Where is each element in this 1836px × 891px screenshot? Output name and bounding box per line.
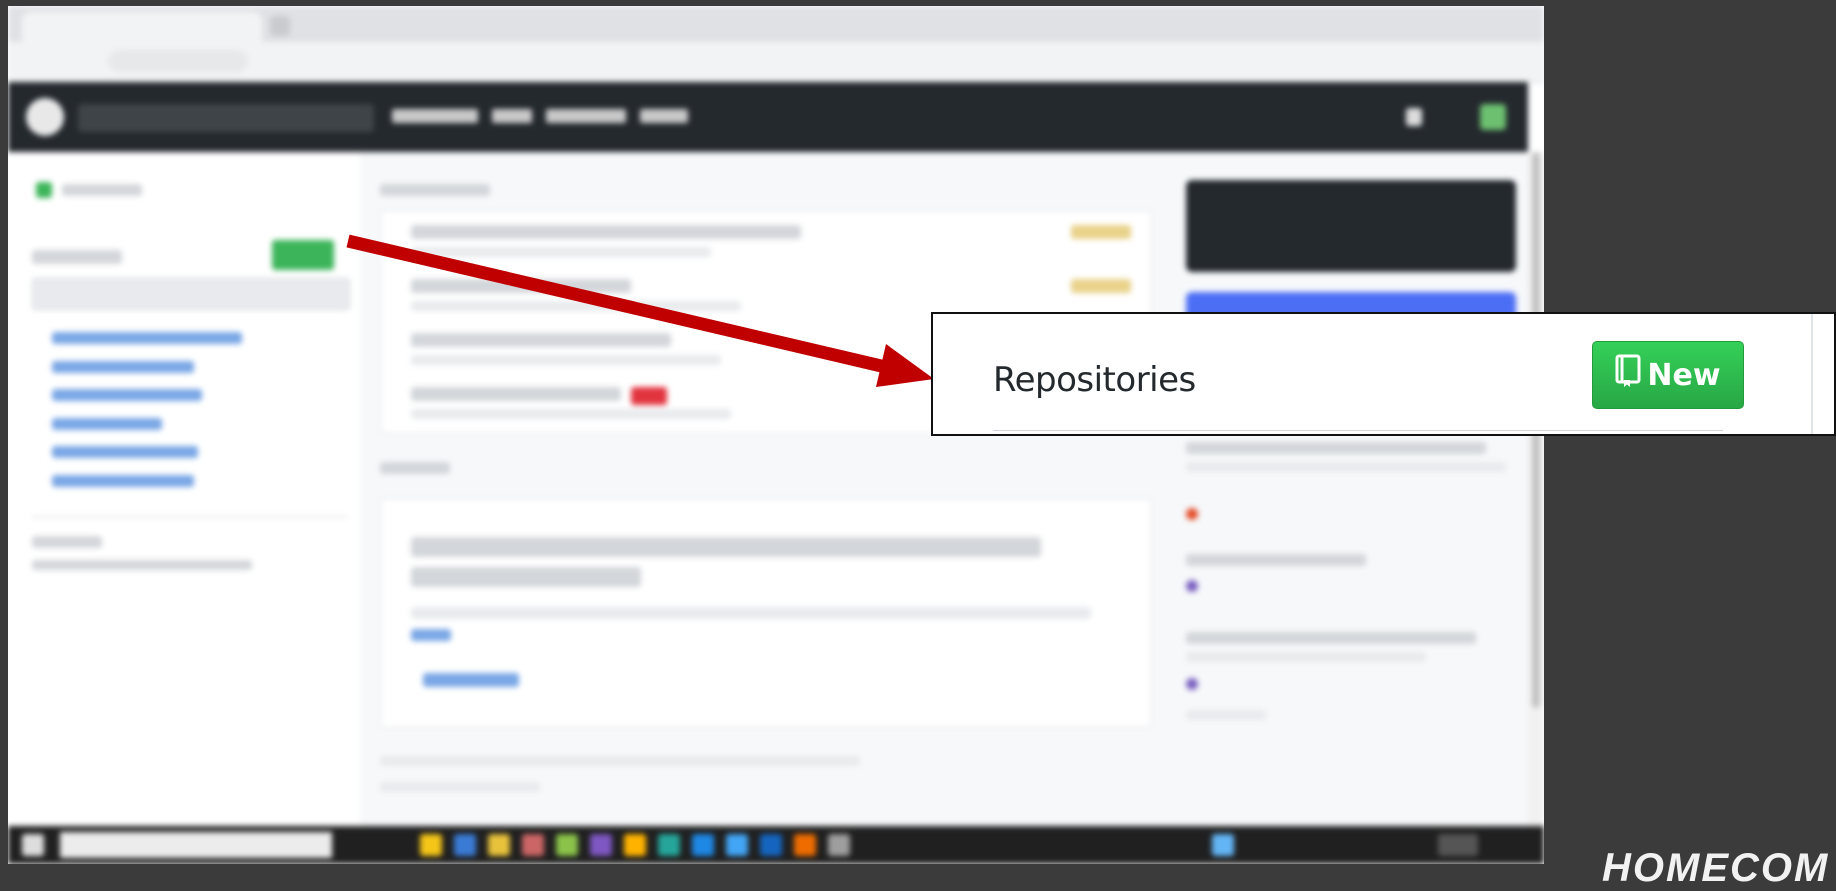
right-sidebar — [1176, 152, 1528, 832]
explore-repo-line[interactable] — [1186, 632, 1476, 644]
browser-tab-bar — [8, 6, 1544, 42]
taskbar-search[interactable] — [60, 832, 332, 858]
footer-text-line — [380, 782, 540, 792]
taskbar-app-icon[interactable] — [624, 834, 646, 856]
footer-text-line — [380, 756, 860, 766]
nav-item[interactable] — [640, 109, 688, 123]
taskbar-app-icon[interactable] — [454, 834, 476, 856]
activity-meta-line — [411, 409, 731, 419]
activity-feed — [360, 152, 1176, 832]
repo-book-icon — [1615, 354, 1641, 396]
nav-item[interactable] — [492, 109, 532, 123]
discover-heading-line — [411, 537, 1041, 557]
recent-activity-heading-line — [380, 184, 490, 196]
activity-label — [631, 387, 667, 405]
language-dot — [1186, 678, 1198, 690]
taskbar-app-icon[interactable] — [522, 834, 544, 856]
discover-link[interactable] — [411, 629, 451, 641]
taskbar-app-icon[interactable] — [726, 834, 748, 856]
activity-line[interactable] — [411, 225, 801, 239]
taskbar-app-icon[interactable] — [828, 834, 850, 856]
zoom-callout: Repositories New — [931, 312, 1836, 436]
activity-line[interactable] — [411, 387, 621, 401]
callout-border-line — [1811, 314, 1813, 434]
taskbar-app-icon[interactable] — [794, 834, 816, 856]
user-avatar — [36, 182, 52, 198]
discover-text-line — [411, 607, 1091, 619]
taskbar-app-icon[interactable] — [590, 834, 612, 856]
repo-link[interactable] — [52, 389, 202, 401]
language-dot — [1186, 508, 1198, 520]
divider — [32, 516, 348, 518]
taskbar-app-icon[interactable] — [556, 834, 578, 856]
explore-repo-line[interactable] — [1186, 442, 1486, 454]
left-sidebar — [8, 152, 361, 832]
activity-badge — [1071, 279, 1131, 293]
announcement-card — [1186, 180, 1516, 272]
nav-item[interactable] — [392, 109, 478, 123]
teams-heading-line — [32, 536, 102, 548]
notification-bell-icon[interactable] — [1406, 108, 1422, 126]
watermark-text: HOMECOM — [1602, 846, 1830, 890]
repo-link[interactable] — [52, 446, 198, 458]
sidebar-new-button[interactable] — [272, 240, 334, 270]
explore-link[interactable] — [423, 673, 519, 687]
activity-meta-line — [411, 247, 711, 257]
activity-badge — [1071, 225, 1131, 239]
explore-repo-line[interactable] — [1186, 554, 1366, 566]
repo-link[interactable] — [52, 332, 242, 344]
taskbar-app-icon[interactable] — [420, 834, 442, 856]
username-line — [62, 184, 142, 196]
browser-tab[interactable] — [22, 12, 262, 42]
taskbar-app-icon[interactable] — [760, 834, 782, 856]
discover-card — [380, 498, 1152, 728]
start-icon[interactable] — [22, 834, 44, 856]
callout-input-edge — [993, 430, 1723, 431]
activity-line[interactable] — [411, 279, 631, 293]
activity-line[interactable] — [411, 333, 671, 347]
address-field[interactable] — [108, 50, 248, 72]
tray-clock — [1438, 834, 1478, 856]
find-repository-input[interactable] — [32, 278, 350, 310]
language-dot — [1186, 580, 1198, 592]
explore-repo-desc-line — [1186, 462, 1506, 472]
repo-link[interactable] — [52, 361, 194, 373]
avatar[interactable] — [1480, 104, 1506, 130]
tray-icon[interactable] — [1212, 834, 1234, 856]
discover-heading-line — [411, 567, 641, 587]
github-logo-icon[interactable] — [26, 98, 64, 136]
explore-more-line[interactable] — [1186, 710, 1266, 720]
os-taskbar — [8, 826, 1544, 864]
activity-meta-line — [411, 301, 741, 311]
teams-text-line — [32, 560, 252, 570]
new-button-label: New — [1647, 357, 1721, 393]
explore-repo-desc-line — [1186, 652, 1426, 662]
site-header — [8, 82, 1528, 152]
repo-link[interactable] — [52, 475, 194, 487]
repositories-heading: Repositories — [993, 360, 1196, 400]
browser-address-bar — [8, 42, 1544, 83]
repo-link[interactable] — [52, 418, 162, 430]
activity-meta-line — [411, 355, 721, 365]
taskbar-app-icon[interactable] — [658, 834, 680, 856]
taskbar-app-icon[interactable] — [692, 834, 714, 856]
new-repository-button[interactable]: New — [1592, 341, 1744, 409]
all-activity-heading-line — [380, 462, 450, 474]
nav-item[interactable] — [546, 109, 626, 123]
taskbar-app-icon[interactable] — [488, 834, 510, 856]
sidebar-heading-line — [32, 250, 122, 264]
new-tab-icon[interactable] — [270, 16, 290, 36]
site-search-input[interactable] — [78, 104, 374, 132]
